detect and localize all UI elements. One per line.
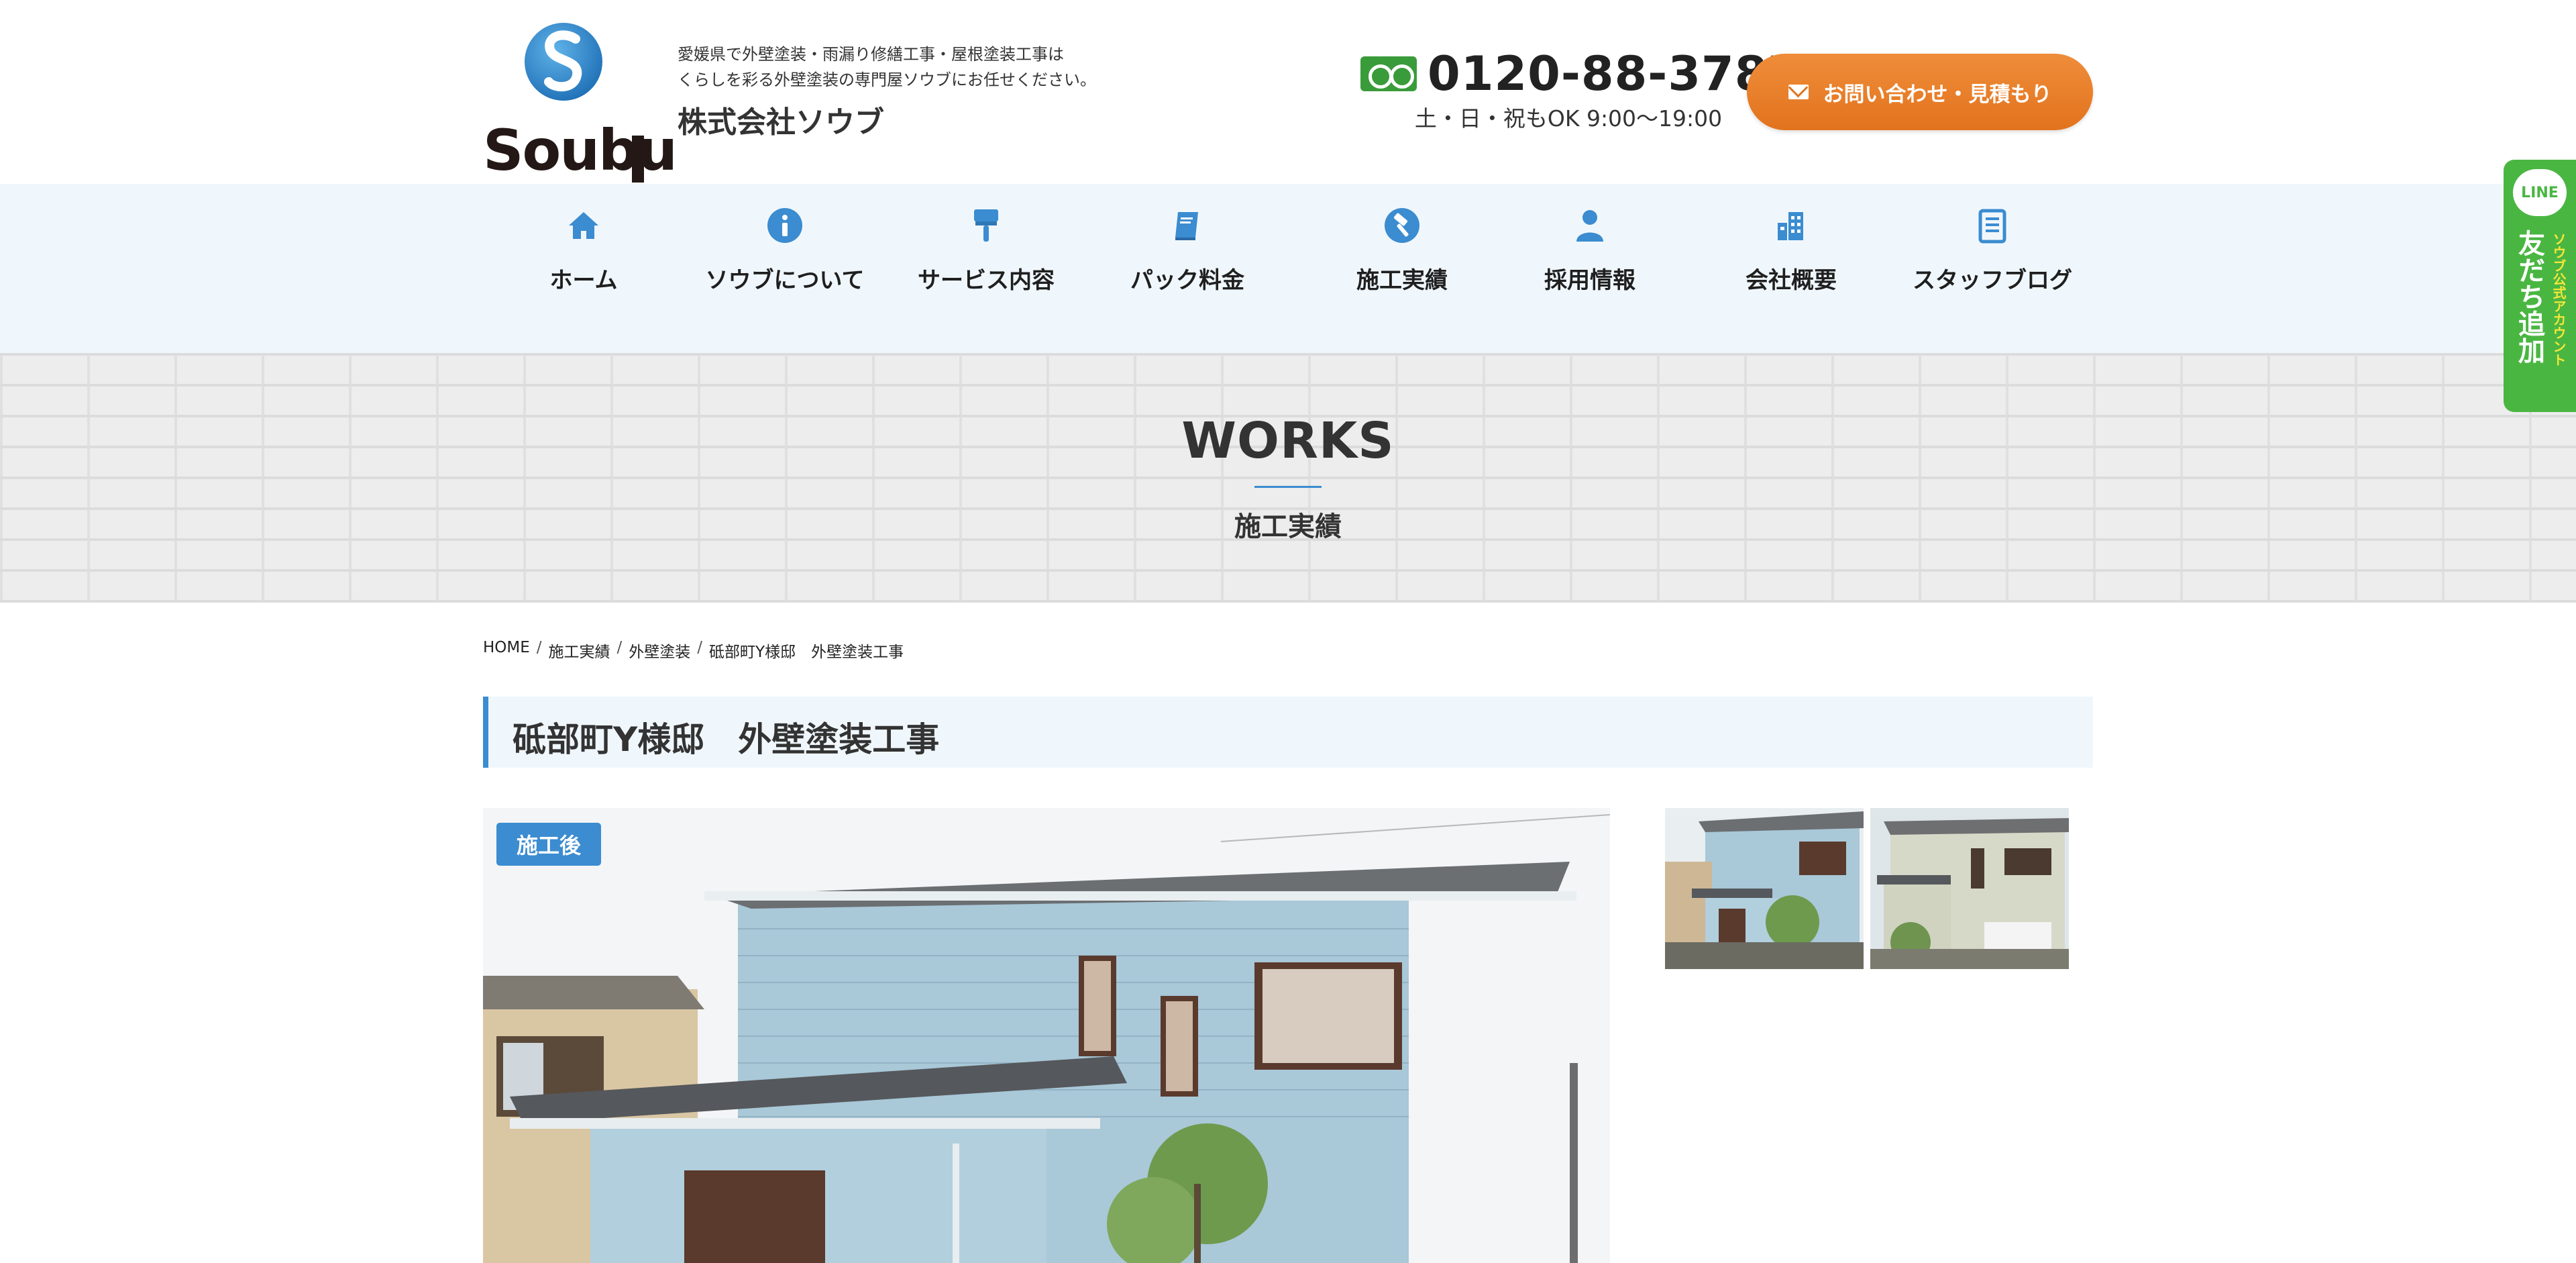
soubu-logo[interactable]: Soubu: [483, 21, 678, 183]
nav-item-about[interactable]: ソウブについて: [684, 207, 885, 314]
global-nav: ホーム ソウブについて サービス内容 パック料金 施工実績 採用情報 会社概要 …: [0, 184, 2576, 353]
site-header: Soubu 愛媛県で外壁塗装・雨漏り修繕工事・屋根塗装工事は くらしを彩る外壁塗…: [0, 0, 2576, 184]
breadcrumb-separator: /: [697, 639, 703, 656]
nav-label: 会社概要: [1746, 267, 1837, 294]
nav-label: 採用情報: [1544, 267, 1635, 294]
logo-s-mark-icon: [525, 23, 602, 101]
phone-number[interactable]: 0120-88-3787: [1428, 47, 1801, 101]
thumbnail-before-image: [1870, 808, 2069, 969]
line-icon: LINE: [2513, 169, 2567, 216]
nav-label: ソウブについて: [705, 267, 865, 294]
phone-block[interactable]: 0120-88-3787 土・日・祝もOK 9:00〜19:00: [1360, 47, 1801, 134]
hero-title: WORKS: [1181, 412, 1395, 470]
nav-item-company[interactable]: 会社概要: [1690, 207, 1892, 314]
site-tagline: 愛媛県で外壁塗装・雨漏り修繕工事・屋根塗装工事は くらしを彩る外壁塗装の専門屋ソ…: [678, 45, 1096, 89]
thumbnail-after[interactable]: [1665, 808, 1864, 969]
logo-side-mark: [632, 136, 644, 183]
page-title-bar: 砥部町Y様邸 外壁塗装工事: [483, 697, 2093, 768]
nav-item-staff-blog[interactable]: スタッフブログ: [1892, 207, 2093, 314]
freedial-icon: [1360, 56, 1417, 91]
company-name: 株式会社ソウブ: [678, 105, 884, 140]
notebook-icon: [1974, 207, 2011, 244]
hero-divider: [1254, 486, 1322, 488]
breadcrumb: HOME / 施工実績 / 外壁塗装 / 砥部町Y様邸 外壁塗装工事: [483, 639, 904, 662]
nav-label: スタッフブログ: [1913, 267, 2072, 294]
nav-label: サービス内容: [918, 267, 1055, 294]
hammer-icon: [1383, 207, 1421, 244]
nav-item-pack-price[interactable]: パック料金: [1087, 207, 1288, 314]
paint-brush-icon: [967, 207, 1005, 244]
thumbnail-before[interactable]: [1870, 808, 2069, 969]
line-bubble-label: LINE: [2521, 184, 2559, 201]
info-icon: [766, 207, 804, 244]
line-official-account-label: ソウブ公式アカウント: [2551, 232, 2567, 366]
building-icon: [1772, 207, 1810, 244]
breadcrumb-works[interactable]: 施工実績: [549, 639, 610, 662]
book-icon: [1169, 207, 1206, 244]
breadcrumb-home[interactable]: HOME: [483, 639, 530, 662]
nav-label: パック料金: [1130, 267, 1244, 294]
nav-label: ホーム: [549, 267, 618, 294]
breadcrumb-exterior-painting[interactable]: 外壁塗装: [629, 639, 690, 662]
mail-icon: [1788, 85, 1809, 99]
contact-estimate-button[interactable]: お問い合わせ・見積もり: [1747, 54, 2093, 130]
nav-item-recruit[interactable]: 採用情報: [1489, 207, 1690, 314]
person-icon: [1571, 207, 1609, 244]
phone-hours: 土・日・祝もOK 9:00〜19:00: [1414, 105, 1723, 132]
nav-item-works[interactable]: 施工実績: [1301, 207, 1503, 314]
page-hero-banner: WORKS 施工実績: [0, 353, 2576, 603]
breadcrumb-separator: /: [536, 639, 542, 656]
page-title: 砥部町Y様邸 外壁塗装工事: [513, 720, 940, 759]
after-construction-badge: 施工後: [496, 823, 601, 866]
nav-item-services[interactable]: サービス内容: [885, 207, 1087, 314]
contact-button-label: お問い合わせ・見積もり: [1823, 82, 2052, 107]
thumbnail-after-image: [1665, 808, 1864, 969]
breadcrumb-separator: /: [616, 639, 623, 656]
house-after-image: [483, 808, 1610, 1263]
hero-subtitle: 施工実績: [1234, 511, 1342, 542]
breadcrumb-current: 砥部町Y様邸 外壁塗装工事: [709, 644, 904, 661]
line-add-friend-label: 友だち追加: [2514, 230, 2544, 364]
nav-label: 施工実績: [1356, 267, 1448, 294]
nav-item-home[interactable]: ホーム: [483, 207, 684, 314]
main-work-photo[interactable]: [483, 808, 1610, 1263]
line-add-friend-widget[interactable]: LINE 友だち追加 ソウブ公式アカウント: [2504, 160, 2576, 412]
logo-wordmark: Soubu: [483, 117, 678, 183]
home-icon: [565, 207, 602, 244]
